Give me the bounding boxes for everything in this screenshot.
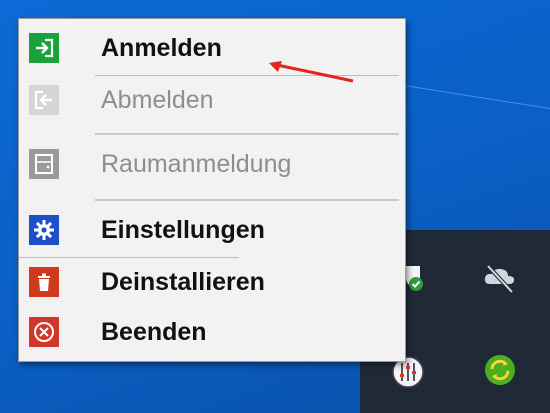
menu-item-raumanmeldung[interactable]: Raumanmeldung bbox=[19, 139, 405, 191]
menu-item-beenden[interactable]: Beenden bbox=[19, 307, 405, 359]
menu-item-label: Einstellungen bbox=[101, 216, 265, 244]
close-circle-icon bbox=[29, 317, 59, 347]
menu-item-deinstallieren[interactable]: Deinstallieren bbox=[19, 257, 405, 309]
cloud-offline-icon[interactable] bbox=[482, 262, 515, 294]
menu-item-label: Anmelden bbox=[101, 34, 222, 62]
sign-out-icon bbox=[29, 85, 59, 115]
menu-item-label: Raumanmeldung bbox=[101, 150, 292, 178]
menu-separator bbox=[95, 199, 399, 201]
menu-separator bbox=[95, 133, 399, 135]
sign-in-icon bbox=[29, 33, 59, 63]
menu-item-einstellungen[interactable]: Einstellungen bbox=[19, 205, 405, 257]
menu-item-label: Abmelden bbox=[101, 86, 214, 114]
trash-icon bbox=[29, 267, 59, 297]
menu-item-label: Deinstallieren bbox=[101, 268, 265, 296]
tray-context-menu: Anmelden Abmelden Raumanmeldung Einstell… bbox=[18, 18, 406, 362]
annotation-arrow-icon bbox=[269, 61, 354, 83]
menu-item-label: Beenden bbox=[101, 318, 207, 346]
sync-icon[interactable] bbox=[482, 352, 515, 385]
gear-icon bbox=[29, 215, 59, 245]
room-icon bbox=[29, 149, 59, 179]
